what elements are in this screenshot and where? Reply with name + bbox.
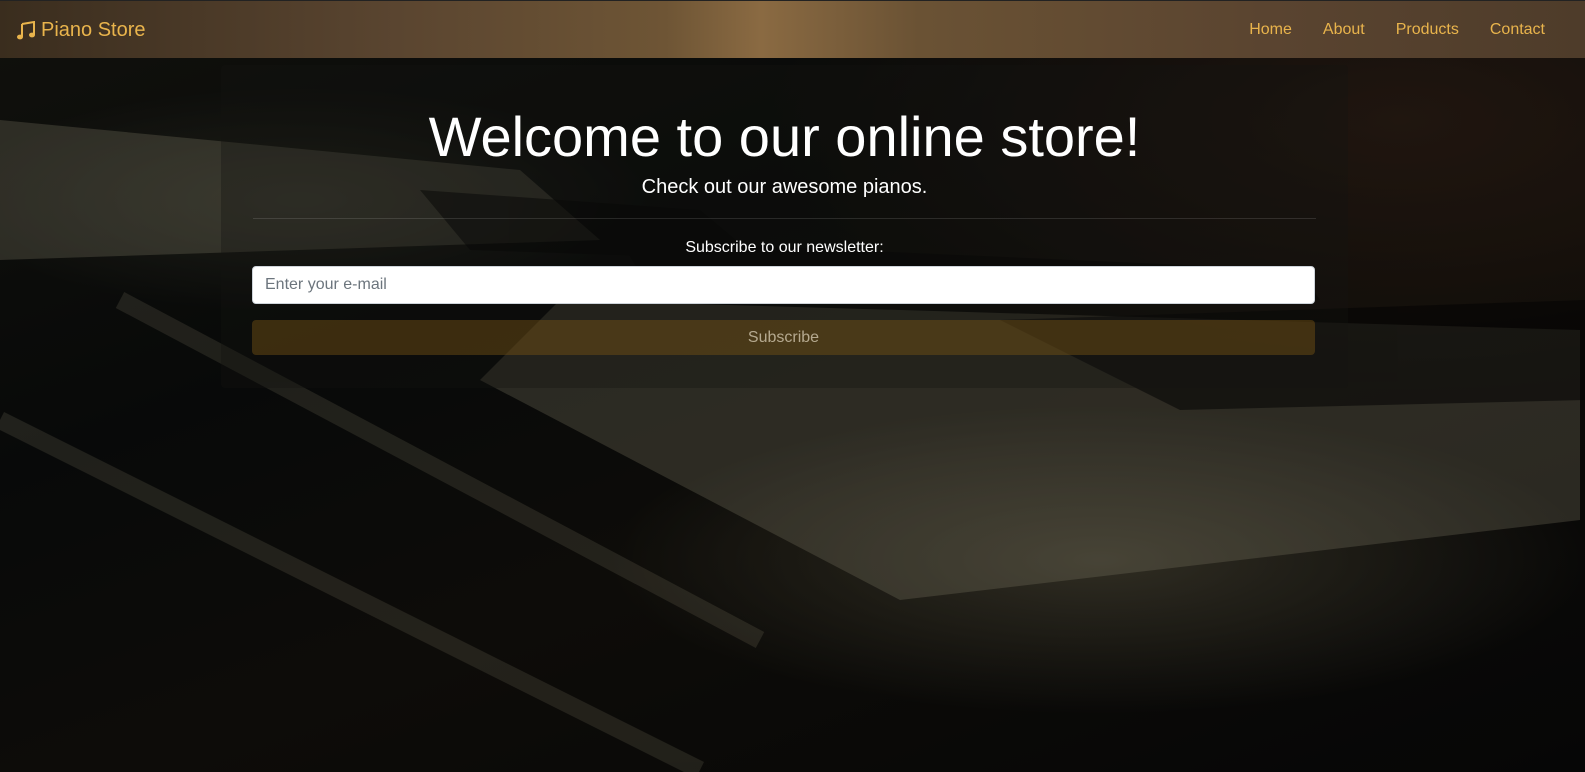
page-title: Welcome to our online store! bbox=[428, 105, 1141, 168]
page-subtitle: Check out our awesome pianos. bbox=[641, 176, 928, 198]
brand-link[interactable]: Piano Store bbox=[16, 19, 146, 42]
subscribe-button[interactable]: Subscribe bbox=[252, 320, 1315, 355]
page: Piano Store Home About Products Contact … bbox=[0, 0, 1585, 772]
newsletter-label: Subscribe to our newsletter: bbox=[685, 239, 884, 256]
nav-contact-link[interactable]: Contact bbox=[1490, 21, 1545, 39]
nav-products-link[interactable]: Products bbox=[1396, 21, 1459, 39]
hero-panel: Welcome to our online store! Check out o… bbox=[221, 65, 1348, 388]
email-field[interactable] bbox=[252, 266, 1315, 304]
nav-home-link[interactable]: Home bbox=[1249, 21, 1292, 39]
music-note-icon bbox=[17, 20, 35, 39]
nav-links: Home About Products Contact bbox=[1249, 21, 1545, 39]
divider bbox=[253, 218, 1316, 219]
navbar: Piano Store Home About Products Contact bbox=[0, 0, 1585, 58]
brand-label: Piano Store bbox=[41, 19, 146, 41]
nav-about-link[interactable]: About bbox=[1323, 21, 1365, 39]
